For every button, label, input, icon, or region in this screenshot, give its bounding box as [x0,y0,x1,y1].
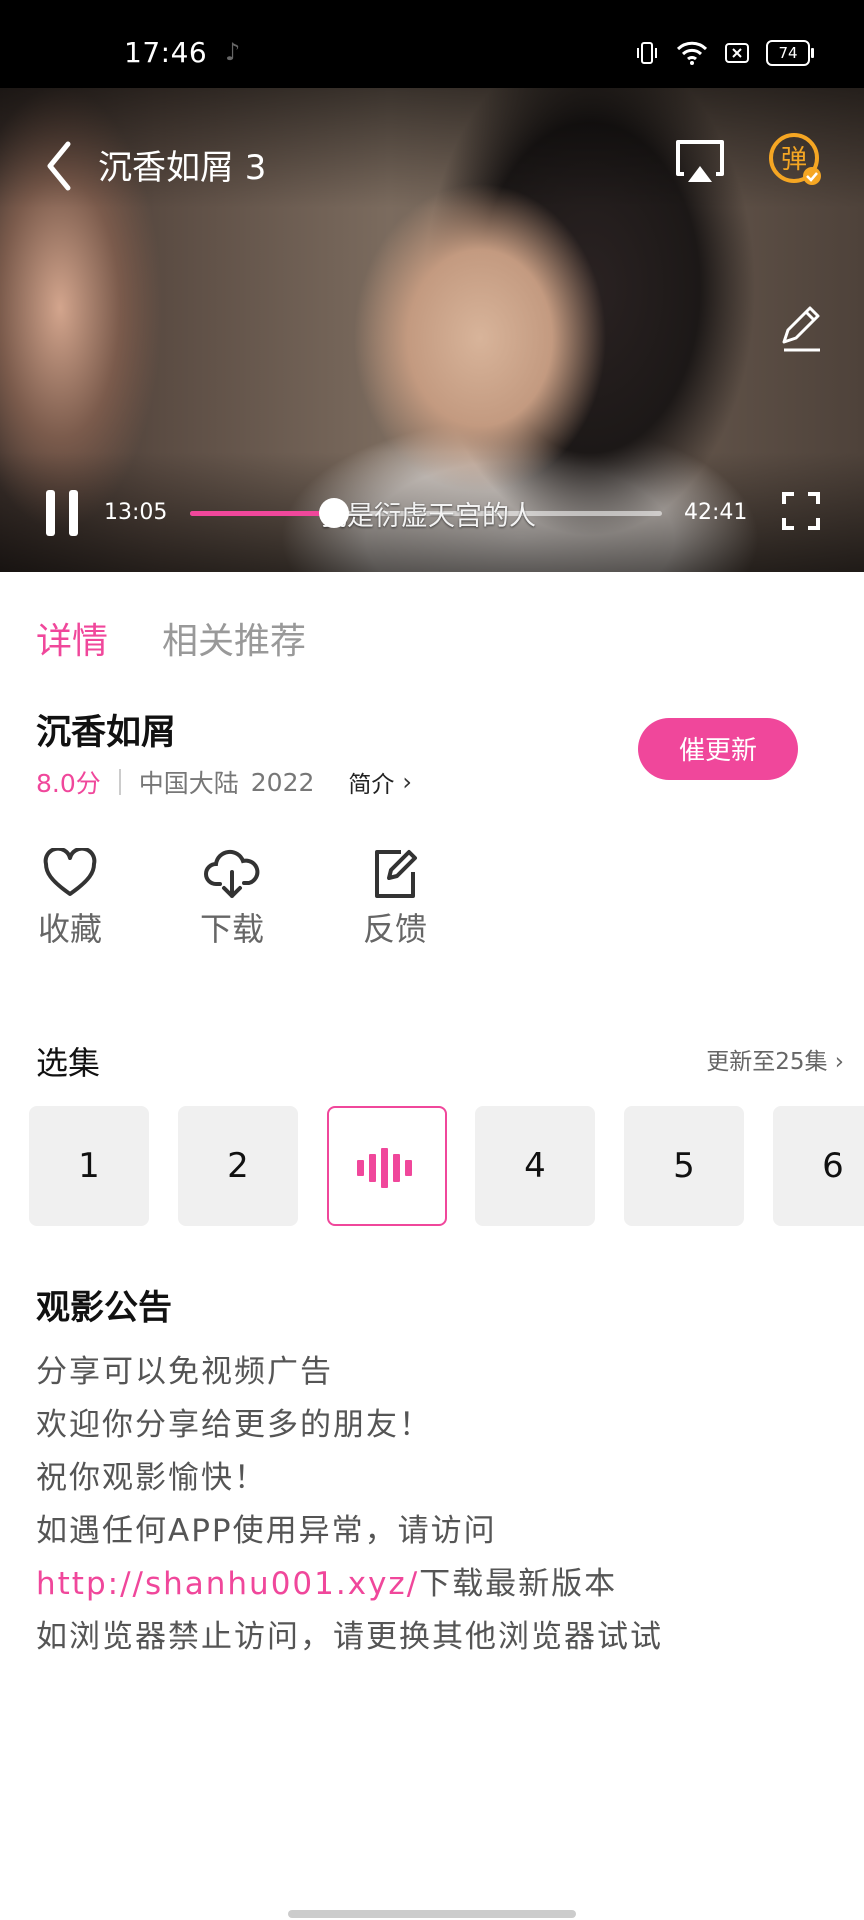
playing-bars-icon [357,1148,417,1188]
cast-icon[interactable] [670,132,730,192]
episode-item[interactable]: 6 [773,1106,864,1226]
episodes-updated-link[interactable]: 更新至25集 › [706,1042,844,1076]
player-title: 沉香如屑 3 [98,148,267,188]
notice-line: 分享可以免视频广告 [36,1354,333,1390]
total-time: 42:41 [684,500,748,525]
download-button[interactable]: 下载 [182,848,282,950]
heart-icon [43,848,97,896]
edit-danmu-icon[interactable] [776,304,826,354]
notice-line: 祝你观影愉快！ [36,1460,267,1496]
episode-item[interactable]: 1 [29,1106,149,1226]
chevron-right-icon: › [402,768,413,796]
feedback-label: 反馈 [362,910,427,948]
fullscreen-icon[interactable] [780,490,822,532]
episode-item[interactable]: 4 [475,1106,595,1226]
score: 8.0分 [36,769,101,798]
updated-label: 更新至25集 [706,1049,828,1075]
subtitle-text: 我是衍虚天宫的人 [320,501,536,532]
cloud-download-icon [204,849,260,898]
intro-link[interactable]: 简介 [348,765,394,799]
episode-list: 1 2 4 5 6 [0,1106,864,1228]
notice-title: 观影公告 [36,1288,172,1328]
status-time: 17:46 [124,36,208,69]
sim-off-icon [725,43,749,63]
favorite-button[interactable]: 收藏 [20,848,120,950]
tab-details[interactable]: 详情 [36,612,108,664]
danmu-toggle-icon[interactable]: 弹 [768,132,824,188]
download-label: 下载 [199,910,264,948]
progress-fill [190,511,335,516]
music-note-icon: ♪ [225,38,241,66]
back-icon[interactable] [40,136,80,196]
urge-update-button[interactable]: 催更新 [638,718,798,780]
battery-icon: 74 [766,40,814,66]
feedback-button[interactable]: 反馈 [345,848,445,950]
notice-line: 如遇任何APP使用异常，请访问 [36,1513,497,1549]
favorite-label: 收藏 [37,910,102,948]
show-title: 沉香如屑 [36,713,177,753]
notice-line-link: http://shanhu001.xyz/下载最新版本 [36,1558,663,1611]
episode-item[interactable]: 2 [178,1106,298,1226]
status-bar: 17:46 ♪ 74 [0,0,864,88]
danmu-label: 弹 [781,145,807,175]
tab-related[interactable]: 相关推荐 [162,612,306,664]
year: 2022 [250,767,315,797]
home-indicator[interactable] [288,1910,576,1918]
episodes-title: 选集 [36,1044,101,1082]
vibrate-icon [637,42,657,64]
video-player[interactable]: 沉香如屑 3 弹 13:05 我是衍虚天宫的人 42:41 [0,88,864,572]
pause-button[interactable] [44,490,80,536]
download-link[interactable]: http://shanhu001.xyz/ [36,1566,419,1602]
notice-link-suffix: 下载最新版本 [419,1566,618,1602]
episode-item[interactable]: 5 [624,1106,744,1226]
chevron-right-icon: › [834,1049,844,1075]
notice-line: 如浏览器禁止访问，请更换其他浏览器试试 [36,1619,663,1655]
episode-item-playing[interactable] [327,1106,447,1226]
notice-line: 欢迎你分享给更多的朋友！ [36,1407,432,1443]
battery-level: 74 [778,44,798,62]
divider [118,769,121,795]
wifi-icon [676,41,708,65]
feedback-edit-icon [375,850,417,898]
status-icons: 74 [634,40,814,66]
notice-body: 分享可以免视频广告 欢迎你分享给更多的朋友！ 祝你观影愉快！ 如遇任何APP使用… [36,1346,663,1664]
region: 中国大陆 [138,769,239,798]
show-meta: 8.0分 中国大陆 2022 简介 › [36,764,412,800]
current-time: 13:05 [104,500,168,525]
